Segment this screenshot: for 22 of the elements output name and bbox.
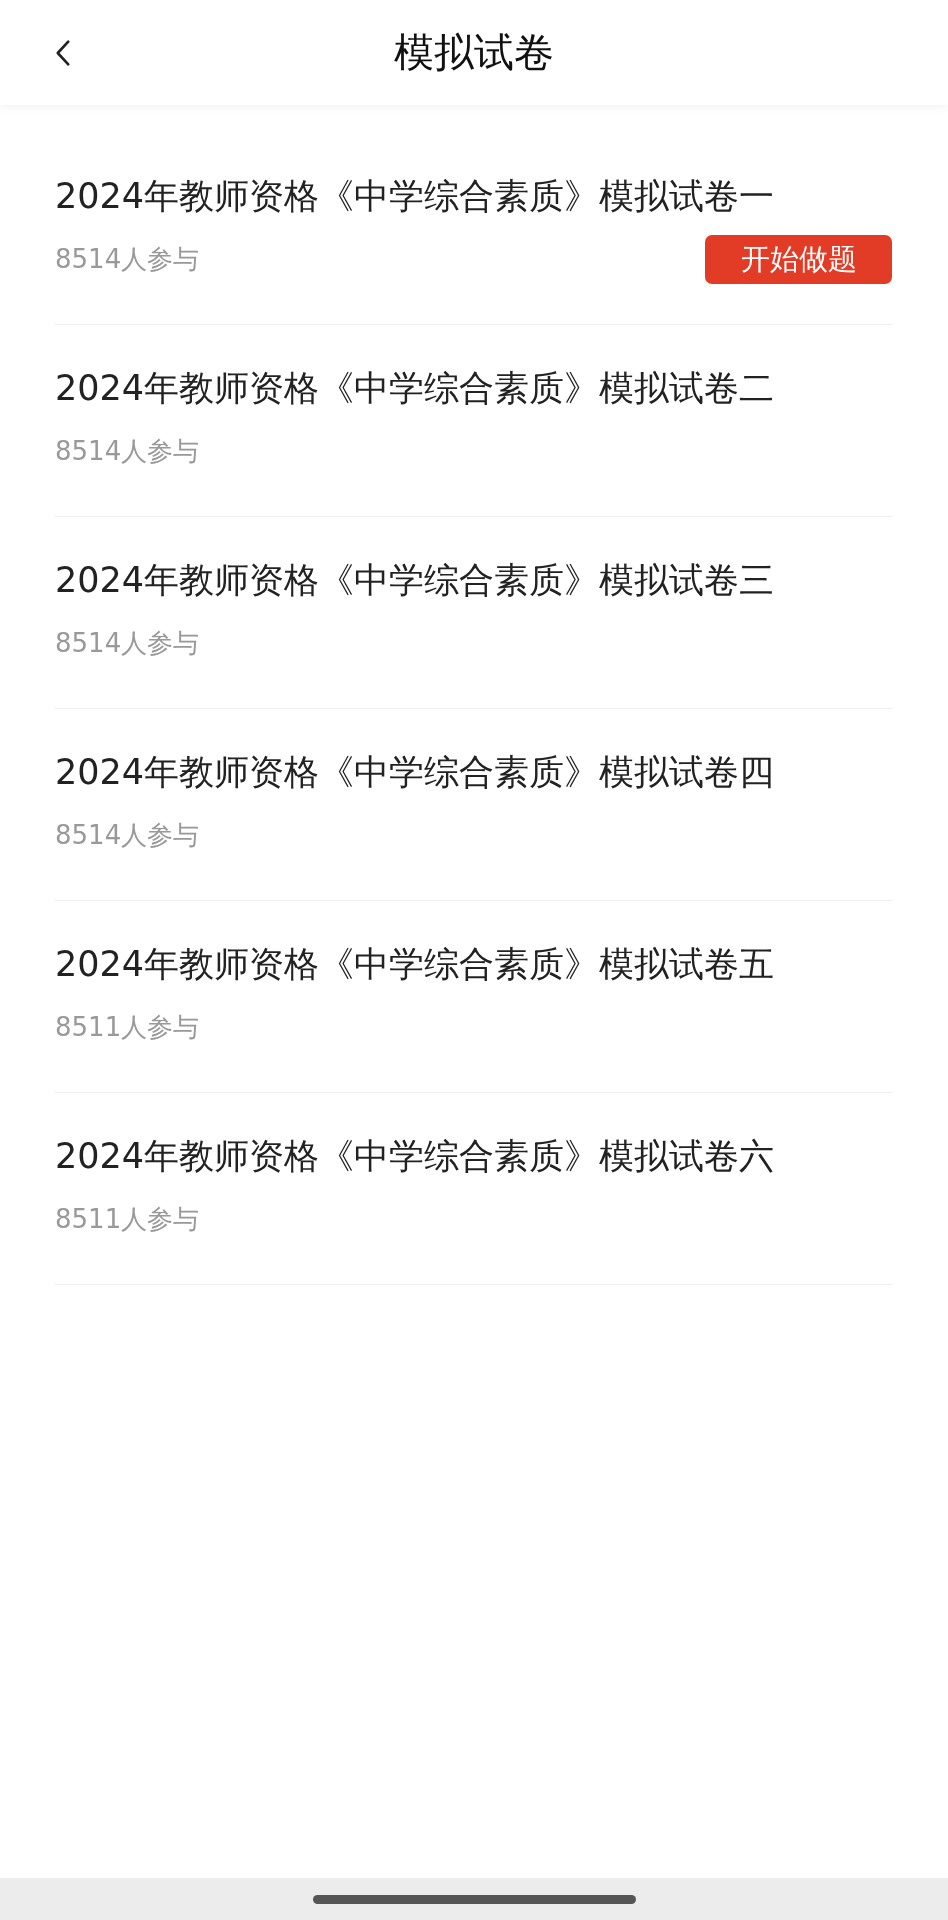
start-button[interactable]: 开始做题 (705, 235, 892, 284)
paper-title: 2024年教师资格《中学综合素质》模拟试卷三 (55, 559, 776, 602)
participant-count: 8514人参与 (55, 819, 200, 852)
home-indicator[interactable] (312, 1894, 636, 1904)
paper-title: 2024年教师资格《中学综合素质》模拟试卷四 (55, 751, 776, 794)
paper-list-item[interactable]: 2024年教师资格《中学综合素质》模拟试卷一 8514人参与 开始做题 (55, 133, 892, 325)
paper-title: 2024年教师资格《中学综合素质》模拟试卷二 (55, 367, 776, 410)
paper-title: 2024年教师资格《中学综合素质》模拟试卷五 (55, 943, 776, 986)
paper-list-item[interactable]: 2024年教师资格《中学综合素质》模拟试卷四 8514人参与 (55, 709, 892, 901)
paper-list-item[interactable]: 2024年教师资格《中学综合素质》模拟试卷六 8511人参与 (55, 1093, 892, 1285)
participant-count: 8514人参与 (55, 435, 200, 468)
paper-list-item[interactable]: 2024年教师资格《中学综合素质》模拟试卷五 8511人参与 (55, 901, 892, 1093)
page-title: 模拟试卷 (394, 28, 554, 77)
back-icon[interactable] (54, 39, 72, 67)
paper-list-item[interactable]: 2024年教师资格《中学综合素质》模拟试卷二 8514人参与 (55, 325, 892, 517)
participant-count: 8514人参与 (55, 627, 200, 660)
participant-count: 8511人参与 (55, 1011, 200, 1044)
participant-count: 8514人参与 (55, 243, 200, 276)
paper-title: 2024年教师资格《中学综合素质》模拟试卷一 (55, 175, 776, 218)
paper-list-item[interactable]: 2024年教师资格《中学综合素质》模拟试卷三 8514人参与 (55, 517, 892, 709)
paper-title: 2024年教师资格《中学综合素质》模拟试卷六 (55, 1135, 776, 1178)
participant-count: 8511人参与 (55, 1203, 200, 1236)
